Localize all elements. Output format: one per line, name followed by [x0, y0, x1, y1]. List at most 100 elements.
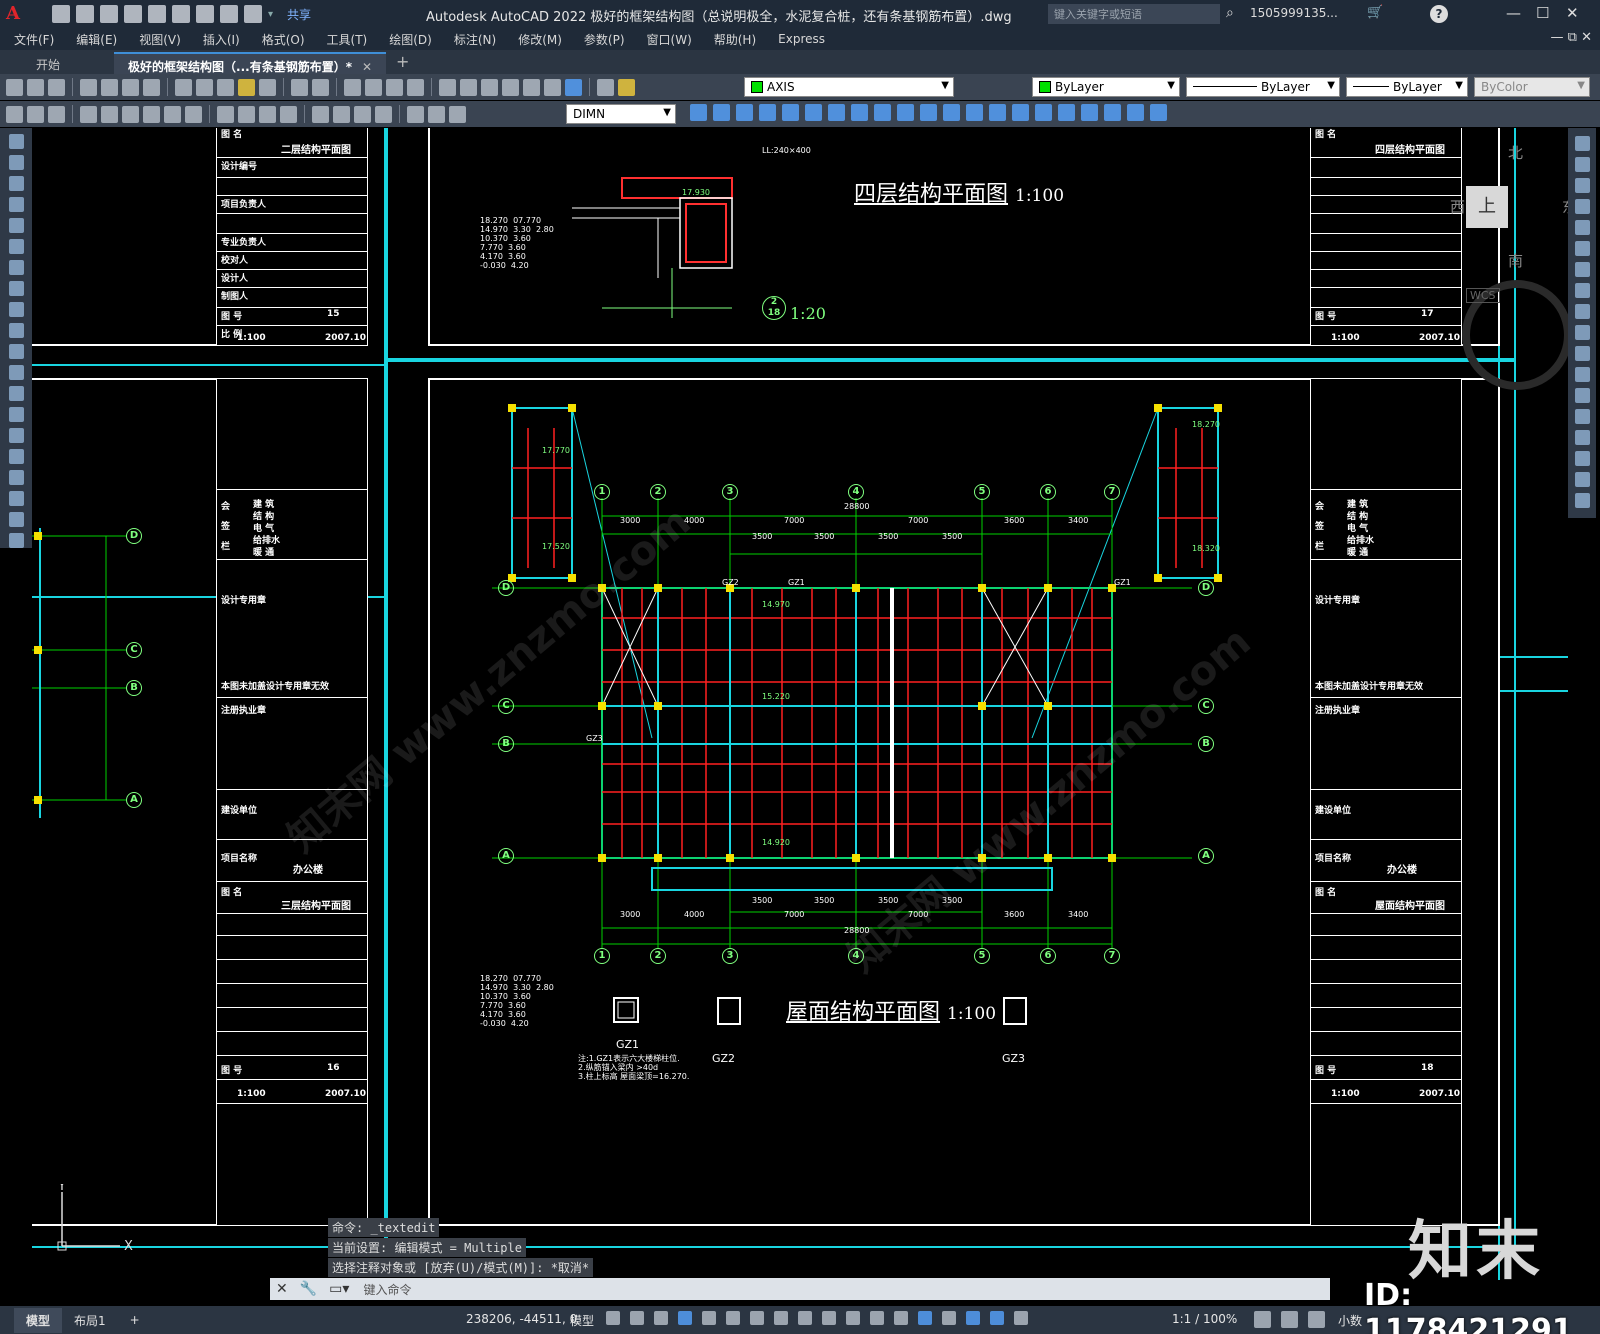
menu-insert[interactable]: 插入(I)	[203, 31, 240, 48]
chamfer-icon[interactable]	[1574, 430, 1590, 445]
arc-icon[interactable]	[8, 239, 24, 254]
extend-icon[interactable]	[1574, 346, 1590, 361]
command-input[interactable]: 键入命令	[363, 1281, 411, 1298]
transparency-icon[interactable]	[846, 1311, 860, 1325]
workspace-gear-icon[interactable]	[1254, 1311, 1271, 1328]
properties-icon[interactable]	[439, 78, 456, 96]
gizmo-icon[interactable]	[966, 1311, 980, 1325]
cursor-coordinates[interactable]: 238206, -44511, 0	[466, 1312, 577, 1326]
search-input[interactable]: 键入关键字或短语	[1048, 4, 1220, 24]
angular-icon[interactable]	[185, 105, 202, 123]
polar-icon[interactable]	[726, 1311, 740, 1325]
join-icon[interactable]	[1574, 409, 1590, 424]
menu-express[interactable]: Express	[778, 32, 825, 46]
mtext-icon[interactable]	[8, 512, 24, 527]
plotstyle-dropdown[interactable]: ByColor ▼	[1474, 77, 1590, 97]
new-icon[interactable]	[52, 5, 70, 23]
add-selected-icon[interactable]	[8, 533, 24, 548]
hatch-icon[interactable]	[1104, 104, 1121, 121]
ordinate-icon[interactable]	[101, 105, 118, 123]
cart-icon[interactable]: 🛒	[1367, 5, 1383, 20]
new-tab-button[interactable]: +	[386, 52, 419, 74]
save-web-icon[interactable]	[172, 5, 190, 23]
isolate-objects-icon[interactable]	[1308, 1311, 1325, 1328]
table-icon[interactable]	[8, 491, 24, 506]
copy-object-icon[interactable]	[713, 104, 730, 121]
diameter-icon[interactable]	[164, 105, 181, 123]
close-command-icon[interactable]: ✕	[276, 1281, 288, 1297]
open-icon[interactable]	[76, 5, 94, 23]
rotate-icon[interactable]	[828, 104, 845, 121]
plot-icon[interactable]	[80, 78, 97, 96]
erase-icon[interactable]	[690, 104, 707, 121]
center-mark-icon[interactable]	[333, 105, 350, 123]
tab-start[interactable]: 开始	[22, 52, 74, 74]
selection-cycling-icon[interactable]	[870, 1311, 884, 1325]
linear-dim-icon[interactable]	[27, 105, 44, 123]
dim-update-icon[interactable]	[449, 105, 466, 123]
publish-icon[interactable]	[122, 78, 139, 96]
linetype-dropdown[interactable]: ByLayer ▼	[1186, 77, 1340, 97]
menu-window[interactable]: 窗口(W)	[647, 31, 692, 48]
sheet-set-icon[interactable]	[502, 78, 519, 96]
copy-icon[interactable]	[196, 78, 213, 96]
spline-icon[interactable]	[8, 302, 24, 317]
make-block-icon[interactable]	[8, 386, 24, 401]
polyline-icon[interactable]	[8, 176, 24, 191]
lineweight-dropdown[interactable]: ByLayer ▼	[1346, 77, 1468, 97]
menu-draw[interactable]: 绘图(D)	[389, 31, 432, 48]
dynamic-ucs-icon[interactable]	[918, 1311, 932, 1325]
mirror-icon[interactable]	[1574, 178, 1590, 193]
menu-view[interactable]: 视图(V)	[139, 31, 181, 48]
minimize-icon[interactable]: —	[1506, 4, 1521, 22]
dim-break-icon[interactable]	[280, 105, 297, 123]
jogged-icon[interactable]	[143, 105, 160, 123]
baseline-icon[interactable]	[217, 105, 234, 123]
dim-edit-icon[interactable]	[407, 105, 424, 123]
ortho-icon[interactable]	[702, 1311, 716, 1325]
zoom-previous-icon[interactable]	[407, 78, 424, 96]
explode-icon[interactable]	[1574, 493, 1590, 508]
tool-palettes-icon[interactable]	[481, 78, 498, 96]
infer-constraints-icon[interactable]	[654, 1311, 668, 1325]
annotation-scale[interactable]: 1:1 / 100%	[1172, 1312, 1237, 1326]
close-icon[interactable]: ✕	[1566, 4, 1579, 22]
text-icon[interactable]	[1081, 104, 1098, 121]
construction-line-icon[interactable]	[8, 155, 24, 170]
stretch-icon[interactable]	[874, 104, 891, 121]
jogged-linear-icon[interactable]	[375, 105, 392, 123]
line-icon[interactable]	[8, 134, 24, 149]
dimstyle-dropdown[interactable]: DIMN ▼	[566, 104, 676, 124]
aligned-dim-icon[interactable]	[48, 105, 65, 123]
help-icon[interactable]	[565, 78, 582, 96]
move-icon[interactable]	[805, 104, 822, 121]
doc-window-controls[interactable]: — ⧉ ✕	[1551, 30, 1592, 45]
grid-icon[interactable]	[606, 1311, 620, 1325]
break-icon[interactable]	[1574, 388, 1590, 403]
recent-commands-icon[interactable]: ▭▾	[329, 1281, 349, 1297]
chamfer-icon[interactable]	[989, 104, 1006, 121]
radius-icon[interactable]	[122, 105, 139, 123]
circle-icon[interactable]	[8, 260, 24, 275]
open-web-icon[interactable]	[148, 5, 166, 23]
region-icon[interactable]	[1127, 104, 1144, 121]
viewcube-top-face[interactable]: 上	[1466, 186, 1508, 228]
ellipse-arc-icon[interactable]	[8, 344, 24, 359]
isodraft-icon[interactable]	[750, 1311, 764, 1325]
3d-print-icon[interactable]	[143, 78, 160, 96]
fillet-icon[interactable]	[1012, 104, 1029, 121]
object-snap-tracking-icon[interactable]	[774, 1311, 788, 1325]
menu-edit[interactable]: 编辑(E)	[76, 31, 117, 48]
new-icon[interactable]	[6, 78, 23, 96]
tab-drawing[interactable]: 极好的框架结构图（...有条基钢筋布置）* ✕	[114, 52, 387, 74]
redo-icon[interactable]	[244, 5, 262, 23]
annotation-visibility-icon[interactable]	[990, 1311, 1004, 1325]
revcloud-icon[interactable]	[8, 281, 24, 296]
osnap-icon[interactable]	[798, 1311, 812, 1325]
layer-dropdown[interactable]: AXIS ▼	[744, 77, 954, 97]
color-dropdown[interactable]: ByLayer ▼	[1032, 77, 1180, 97]
dynamic-input-icon[interactable]	[678, 1311, 692, 1325]
menu-dimension[interactable]: 标注(N)	[454, 31, 496, 48]
arc-length-icon[interactable]	[80, 105, 97, 123]
trim-icon[interactable]	[897, 104, 914, 121]
